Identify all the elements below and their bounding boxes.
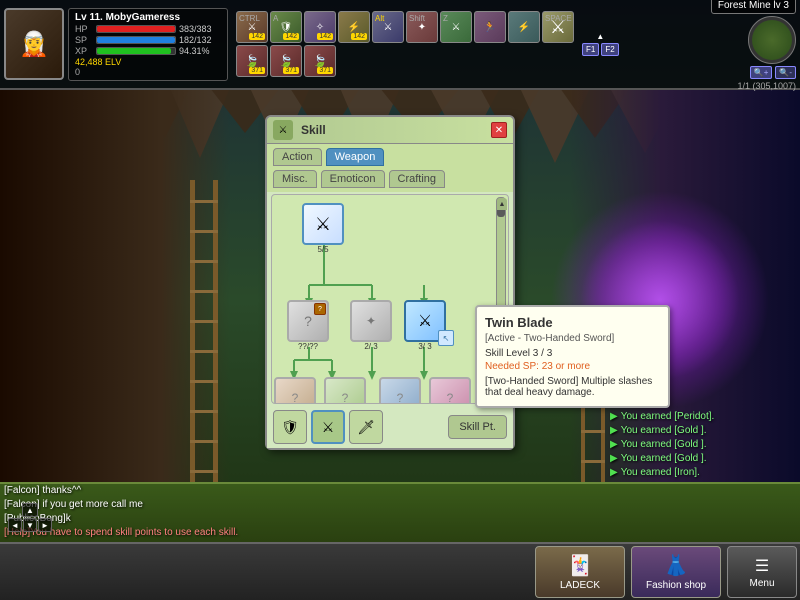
- skill-twin-blade[interactable]: ⚔ 3/ 3 ↖: [404, 300, 446, 351]
- fashion-icon: 👗: [664, 553, 689, 578]
- player-stats-panel: Lv 11. MobyGameress HP 383/383 SP 182/13…: [68, 8, 228, 81]
- tooltip-needed-sp: Needed SP: 23 or more: [485, 361, 660, 372]
- hp-value: 383/383: [179, 24, 212, 34]
- tab-emoticon[interactable]: Emoticon: [321, 170, 385, 188]
- skill-bottom-bar: 🛡 ⚔ 🗡 Skill Pt.: [267, 406, 513, 448]
- player-name: Lv 11. MobyGameress: [75, 12, 221, 23]
- weapon-tab-dagger[interactable]: 🗡: [349, 410, 383, 444]
- hp-bar-bg: [96, 25, 176, 33]
- earn-arrow-4: ▶: [610, 452, 618, 466]
- skill-bot-1[interactable]: ? ??/??: [274, 377, 316, 404]
- hotbar-slot-alt[interactable]: ⚔ Alt: [372, 11, 404, 43]
- earn-msg-4: ▶ You earned [Gold ].: [610, 452, 790, 466]
- ladeck-icon: 🃏: [568, 553, 593, 578]
- skill-window-icon: ⚔: [273, 120, 293, 140]
- tooltip-title: Twin Blade: [485, 315, 660, 330]
- ladeck-label: LADECK: [560, 580, 600, 591]
- hotbar-slot-space[interactable]: ⚔ SPACE: [542, 11, 574, 43]
- mini-map[interactable]: [748, 16, 796, 64]
- hotbar-slot-4[interactable]: 🏃: [474, 11, 506, 43]
- hotbar-slot-3[interactable]: ⚡ 142: [338, 11, 370, 43]
- skill-tooltip: Twin Blade [Active - Two-Handed Sword] S…: [475, 305, 670, 408]
- nav-up-btn[interactable]: ▲: [22, 503, 38, 517]
- zoom-in-btn[interactable]: 🔍+: [750, 66, 773, 79]
- skill-bot-2[interactable]: ? ??/??: [324, 377, 366, 404]
- tab-weapon[interactable]: Weapon: [326, 148, 385, 166]
- weapon-tab-shield[interactable]: 🛡: [273, 410, 307, 444]
- hotbar-slot-a[interactable]: 🛡 A 142: [270, 11, 302, 43]
- fashion-label: Fashion shop: [646, 580, 706, 591]
- nav-left-btn[interactable]: ◄: [8, 518, 22, 532]
- ely-amount: 42,488: [75, 57, 103, 67]
- skill-window-title: Skill: [301, 123, 326, 137]
- skill-window-titlebar: ⚔ Skill ✕: [267, 117, 513, 144]
- hp-bar-fill: [97, 26, 175, 32]
- xp-value: 94.31%: [179, 46, 210, 56]
- zoom-out-btn[interactable]: 🔍-: [775, 66, 796, 79]
- earn-arrow-1: ▶: [610, 410, 618, 424]
- sp-label: SP: [75, 35, 93, 45]
- skill-bot-3[interactable]: ? ??/??: [379, 377, 421, 404]
- player-portrait: 🧝: [4, 8, 64, 80]
- fashion-shop-button[interactable]: 👗 Fashion shop: [631, 546, 721, 598]
- skill-mid-left[interactable]: ? ? ??/??: [287, 300, 329, 351]
- f2-btn[interactable]: F2: [601, 43, 618, 56]
- skill-sword-mastery[interactable]: ⚔ 5/5: [302, 203, 344, 254]
- ladeck-button[interactable]: 🃏 LADECK: [535, 546, 625, 598]
- zero-val: 0: [75, 67, 221, 77]
- nav-down-btn[interactable]: ▼: [23, 518, 37, 532]
- tab-action[interactable]: Action: [273, 148, 322, 166]
- sp-bar-bg: [96, 36, 176, 44]
- earn-msg-1: ▶ You earned [Peridot].: [610, 410, 790, 424]
- tooltip-type: [Active - Two-Handed Sword]: [485, 333, 660, 344]
- earn-log: ▶ You earned [Peridot]. ▶ You earned [Go…: [610, 410, 790, 480]
- tooltip-skill-level: Skill Level 3 / 3: [485, 348, 660, 359]
- earn-msg-3: ▶ You earned [Gold ].: [610, 438, 790, 452]
- nav-right-btn[interactable]: ►: [38, 518, 52, 532]
- earn-msg-5: ▶ You earned [Iron].: [610, 466, 790, 480]
- location-name: Forest Mine lv 3: [711, 0, 796, 14]
- sp-value: 182/132: [179, 35, 212, 45]
- hotbar-slot-z[interactable]: ⚔ Z: [440, 11, 472, 43]
- skill-bot-4[interactable]: ? ??/??: [429, 377, 471, 404]
- earn-arrow-3: ▶: [610, 438, 618, 452]
- menu-icon: ☰: [755, 556, 769, 576]
- xp-label: XP: [75, 46, 93, 56]
- coords: 1/1 (305,1007): [737, 81, 796, 91]
- hotbar-slot-ctrl[interactable]: ⚔ CTRL 142: [236, 11, 268, 43]
- xp-bar-bg: [96, 47, 176, 55]
- tooltip-description: [Two-Handed Sword] Multiple slashes that…: [485, 376, 660, 398]
- menu-button[interactable]: ☰ Menu: [727, 546, 797, 598]
- sp-bar-fill: [97, 37, 175, 43]
- item-slot-3[interactable]: 🍃 371: [304, 45, 336, 77]
- skill-tabs: Action Weapon: [267, 144, 513, 168]
- ely-label: ELV: [105, 57, 121, 67]
- skill-pt-button[interactable]: Skill Pt.: [448, 415, 507, 439]
- top-hud: 🧝 Lv 11. MobyGameress HP 383/383 SP 182/…: [0, 0, 800, 90]
- item-slot-1[interactable]: 🍃 371: [236, 45, 268, 77]
- skill-mid-center[interactable]: ✦ 2/ 3: [350, 300, 392, 351]
- skill-window-close-button[interactable]: ✕: [491, 122, 507, 138]
- f1-btn[interactable]: F1: [582, 43, 599, 56]
- item-slot-2[interactable]: 🍃 371: [270, 45, 302, 77]
- hotbar-slot-2[interactable]: ✧ 142: [304, 11, 336, 43]
- weapon-tab-sword[interactable]: ⚔: [311, 410, 345, 444]
- nav-arrows: ▲ ◄ ▼ ►: [8, 503, 52, 532]
- xp-bar-fill: [97, 48, 171, 54]
- bottom-bar: 🃏 LADECK 👗 Fashion shop ☰ Menu: [0, 542, 800, 600]
- hotbar-row-2: 🍃 371 🍃 371 🍃 371: [236, 45, 574, 77]
- hotbar-slot-shift[interactable]: ✦ Shift: [406, 11, 438, 43]
- earn-arrow-5: ▶: [610, 466, 618, 480]
- hotbar-row-1: ⚔ CTRL 142 🛡 A 142 ✧ 142 ⚡ 142 ⚔ Alt: [236, 11, 574, 43]
- skill-tree-area: ⚔ 5/5 ? ? ??/?? ✦ 2/ 3 ⚔ 3/ 3 ↖: [271, 194, 509, 404]
- hp-label: HP: [75, 24, 93, 34]
- hotbar-slot-5[interactable]: ⚡: [508, 11, 540, 43]
- scroll-up-btn[interactable]: ▲: [497, 198, 507, 210]
- tab-crafting[interactable]: Crafting: [389, 170, 446, 188]
- earn-arrow-2: ▶: [610, 424, 618, 438]
- tab-misc[interactable]: Misc.: [273, 170, 317, 188]
- menu-label: Menu: [749, 578, 774, 589]
- earn-msg-2: ▶ You earned [Gold ].: [610, 424, 790, 438]
- chat-msg-1: [Falcon] thanks^^: [4, 484, 264, 498]
